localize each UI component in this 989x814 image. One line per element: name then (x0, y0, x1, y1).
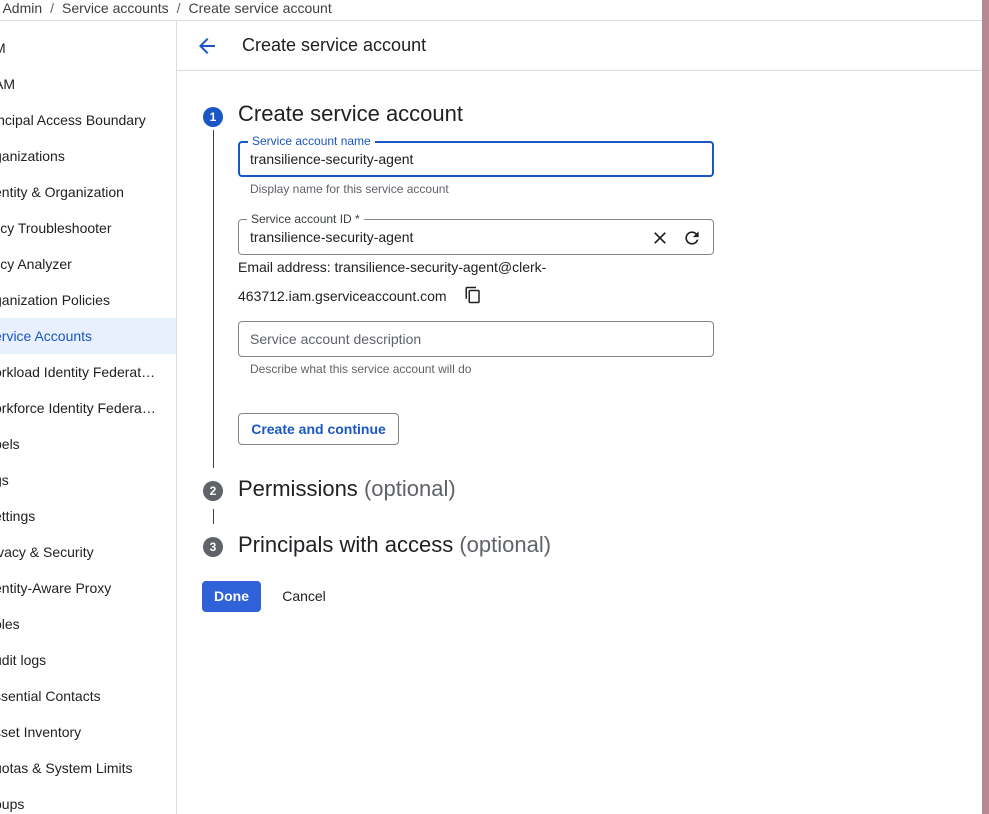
breadcrumb-item-current: Create service account (188, 0, 332, 16)
sidebar-item-audit-logs[interactable]: udit logs (0, 642, 176, 678)
create-and-continue-button[interactable]: Create and continue (238, 413, 399, 445)
page-title: Create service account (242, 35, 427, 55)
breadcrumb-separator: / (176, 0, 181, 16)
sidebar-item-service-accounts[interactable]: ervice Accounts (0, 318, 176, 354)
sidebar-item-groups[interactable]: oups (0, 786, 176, 814)
sidebar-item-labels[interactable]: bels (0, 426, 176, 462)
step-3-title[interactable]: Principals with access (optional) (238, 532, 551, 558)
breadcrumb: & Admin / Service accounts / Create service … (0, 0, 982, 21)
step-1-title-text: Create service account (238, 101, 463, 126)
sidebar-item-settings[interactable]: ettings (0, 498, 176, 534)
service-account-name-input[interactable] (250, 151, 630, 167)
refresh-icon[interactable] (682, 228, 702, 248)
step-1-title: Create service account (238, 101, 463, 127)
sidebar-item-asset-inventory[interactable]: sset Inventory (0, 714, 176, 750)
service-account-description-field[interactable] (238, 321, 714, 357)
service-account-name-label: Service account name (248, 134, 375, 148)
sidebar-nav: M AM incipal Access Boundary ganizations… (0, 21, 177, 814)
sidebar-item-identity-organization[interactable]: entity & Organization (0, 174, 176, 210)
sidebar-item-label: ervice Accounts (0, 328, 93, 344)
sidebar-item-organizations[interactable]: ganizations (0, 138, 176, 174)
sidebar-item-label: ettings (0, 508, 36, 524)
sidebar-item-label: ivacy & Security (0, 544, 94, 560)
cancel-button[interactable]: Cancel (271, 581, 337, 612)
sidebar-item-workload-identity-federation[interactable]: orkload Identity Federat… (0, 354, 176, 390)
sidebar-item-label: licy Troubleshooter (0, 220, 112, 236)
sidebar-item-label: gs (0, 472, 9, 488)
email-address-line1: Email address: transilience-security-age… (238, 259, 547, 275)
service-account-description-input[interactable] (250, 331, 630, 347)
sidebar-item-label: licy Analyzer (0, 256, 72, 272)
service-account-description-hint: Describe what this service account will … (250, 362, 472, 376)
sidebar-item-label: AM (0, 76, 15, 92)
sidebar-item-privacy-security[interactable]: ivacy & Security (0, 534, 176, 570)
sidebar-item-label: ganizations (0, 148, 65, 164)
sidebar-item-label: M (0, 30, 6, 66)
sidebar-item-label: ssential Contacts (0, 688, 101, 704)
service-account-id-label: Service account ID * (247, 212, 364, 226)
sidebar-item-iam[interactable]: M (0, 30, 176, 66)
step-2-number: 2 (203, 481, 223, 501)
sidebar-item-label: sset Inventory (0, 724, 82, 740)
sidebar-item-roles[interactable]: oles (0, 606, 176, 642)
sidebar-item-label: bels (0, 436, 20, 452)
sidebar-item-essential-contacts[interactable]: ssential Contacts (0, 678, 176, 714)
sidebar-item-identity-aware-proxy[interactable]: entity-Aware Proxy (0, 570, 176, 606)
service-account-id-field[interactable]: Service account ID * (238, 212, 714, 255)
sidebar-item-label: udit logs (0, 652, 47, 668)
sidebar-item-label: uotas & System Limits (0, 760, 133, 776)
close-icon[interactable] (650, 228, 670, 248)
step-3-title-text: Principals with access (238, 532, 454, 557)
breadcrumb-item-service-accounts[interactable]: Service accounts (62, 0, 169, 16)
step-2-optional: (optional) (363, 476, 456, 501)
sidebar-item-label: oups (0, 796, 25, 812)
sidebar-item-label: incipal Access Boundary (0, 112, 146, 128)
sidebar-item-principal-access-boundary[interactable]: incipal Access Boundary (0, 102, 176, 138)
sidebar-item-organization-policies[interactable]: ganization Policies (0, 282, 176, 318)
email-address-line2: 463712.iam.gserviceaccount.com (238, 288, 447, 304)
step-connector-line (213, 130, 214, 468)
sidebar-item-label: orkforce Identity Federa… (0, 400, 156, 416)
step-2-title[interactable]: Permissions (optional) (238, 476, 456, 502)
sidebar-item-label: oles (0, 616, 20, 632)
breadcrumb-separator: / (50, 0, 55, 16)
step-2-title-text: Permissions (238, 476, 358, 501)
sidebar-item-policy-analyzer[interactable]: licy Analyzer (0, 246, 176, 282)
sidebar-item-label: entity-Aware Proxy (0, 580, 112, 596)
step-3-optional: (optional) (459, 532, 552, 557)
arrow-back-icon[interactable] (195, 34, 219, 58)
sidebar-item-quotas-system-limits[interactable]: uotas & System Limits (0, 750, 176, 786)
window-edge (982, 0, 989, 814)
breadcrumb-item-admin[interactable]: & Admin (0, 0, 42, 16)
copy-icon[interactable] (464, 286, 482, 304)
service-account-name-hint: Display name for this service account (250, 182, 449, 196)
step-connector-line (213, 509, 214, 524)
service-account-id-input[interactable] (250, 229, 630, 245)
done-button[interactable]: Done (202, 581, 261, 612)
sidebar-item-label: ganization Policies (0, 292, 110, 308)
sidebar-item-label: entity & Organization (0, 184, 124, 200)
service-account-name-field[interactable]: Service account name (238, 134, 714, 177)
step-1-number: 1 (203, 107, 223, 127)
sidebar-item-tags[interactable]: gs (0, 462, 176, 498)
page-header: Create service account (177, 21, 982, 71)
sidebar-item-pam[interactable]: AM (0, 66, 176, 102)
sidebar-item-label: orkload Identity Federat… (0, 364, 156, 380)
sidebar-item-workforce-identity-federation[interactable]: orkforce Identity Federa… (0, 390, 176, 426)
step-3-number: 3 (203, 537, 223, 557)
sidebar-item-policy-troubleshooter[interactable]: licy Troubleshooter (0, 210, 176, 246)
